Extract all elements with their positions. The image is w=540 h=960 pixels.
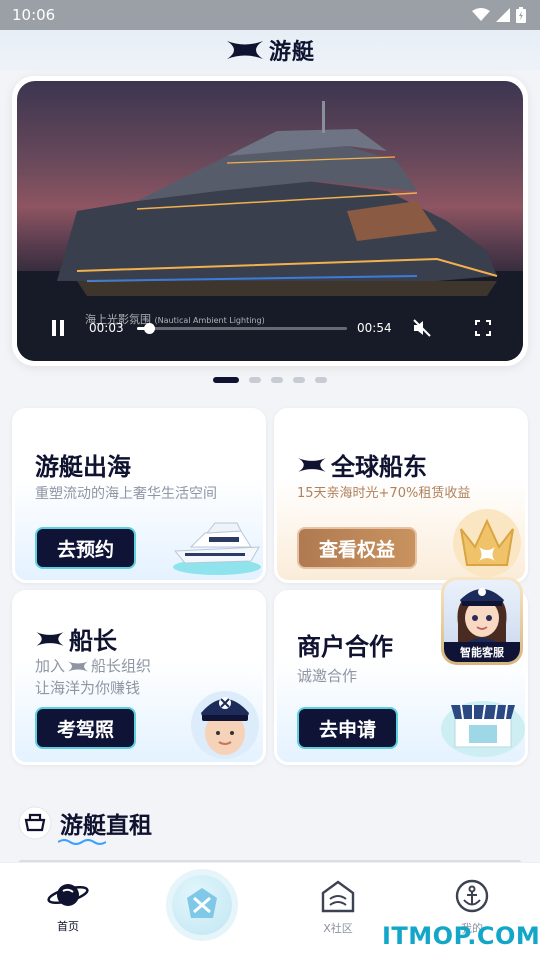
card-yacht-tour[interactable]: 游艇出海 重塑流动的海上奢华生活空间 去预约 [12, 408, 266, 583]
customer-service-label: 智能客服 [444, 642, 520, 662]
carousel-dot[interactable] [315, 377, 327, 383]
card-owner-subtitle: 15天亲海时光+70%租赁收益 [297, 486, 471, 501]
card-yacht-subtitle: 重塑流动的海上奢华生活空间 [35, 486, 217, 502]
yacht-icon [173, 522, 261, 575]
status-bar: 10:06 [0, 0, 540, 30]
card-captain-subtitle-line1: 加入 船长组织 [35, 655, 151, 677]
carousel-dot[interactable] [249, 377, 261, 383]
assistant-avatar-icon [457, 588, 507, 644]
hero-video-card[interactable]: 海上光影氛围 (Nautical Ambient Lighting) 00:03… [12, 76, 528, 366]
crown-icon [453, 509, 521, 577]
customer-service-avatar: 智能客服 [444, 580, 520, 662]
current-time: 00:03 [89, 321, 124, 335]
tab-community-label: X社区 [323, 922, 353, 935]
brand-logo: 游艇 [225, 34, 315, 66]
shop-icon [441, 701, 525, 757]
x-logo-icon [68, 661, 88, 671]
x-logo-icon [187, 888, 217, 918]
status-time: 10:06 [12, 6, 56, 24]
tab-home[interactable]: 首页 [18, 879, 118, 934]
x-logo-icon [298, 457, 326, 472]
mute-icon[interactable] [412, 319, 432, 337]
hero-video[interactable]: 海上光影氛围 (Nautical Ambient Lighting) 00:03… [17, 81, 523, 361]
status-icons [472, 7, 526, 23]
carousel-dot[interactable] [213, 377, 239, 383]
captain-avatar-icon [191, 691, 259, 759]
pause-icon[interactable] [51, 320, 65, 336]
wavy-underline [58, 839, 106, 845]
card-captain-subtitle-tail: 船长组织 [91, 657, 152, 675]
apply-button[interactable]: 去申请 [297, 707, 399, 749]
boat-outline-icon [18, 806, 52, 840]
card-captain-title-text: 船长 [69, 627, 117, 655]
card-captain-subtitle: 加入 船长组织 让海洋为你赚钱 [35, 655, 151, 699]
fullscreen-icon[interactable] [475, 320, 491, 336]
planet-icon [47, 884, 89, 906]
section-yacht-rental: 游艇直租 [18, 806, 152, 845]
brand-name: 游艇 [268, 40, 315, 65]
wifi-icon [472, 8, 490, 21]
signal-icon [496, 8, 510, 22]
card-merchant-title: 商户合作 [297, 633, 393, 661]
video-progress-track[interactable] [137, 322, 347, 334]
anchor-icon [455, 879, 489, 913]
app-header: 游艇 [0, 30, 540, 70]
card-captain-subtitle-head: 加入 [35, 657, 66, 675]
customer-service-float[interactable]: 智能客服 [441, 577, 523, 665]
card-owner-title: 全球船东 [297, 447, 427, 482]
battery-icon [516, 7, 526, 23]
watermark: ITMOP.COM [382, 922, 540, 950]
card-captain-subtitle-line2: 让海洋为你赚钱 [35, 679, 141, 697]
total-time: 00:54 [357, 321, 392, 335]
card-captain[interactable]: 船长 加入 船长组织 让海洋为你赚钱 考驾照 [12, 590, 266, 765]
carousel-dot[interactable] [271, 377, 283, 383]
card-merchant-subtitle: 诚邀合作 [297, 667, 358, 685]
view-benefits-button[interactable]: 查看权益 [297, 527, 418, 569]
card-yacht-title: 游艇出海 [35, 453, 131, 481]
x-logo-icon [36, 631, 64, 646]
house-icon [321, 880, 355, 913]
section-title-text: 游艇直租 [60, 813, 152, 839]
video-progress-knob[interactable] [143, 322, 155, 334]
card-owner-title-text: 全球船东 [331, 453, 427, 481]
x-logo-icon [226, 41, 263, 59]
tab-home-label: 首页 [57, 920, 79, 933]
carousel-dots [0, 377, 540, 383]
tab-community[interactable]: X社区 [288, 879, 388, 936]
book-button[interactable]: 去预约 [35, 527, 137, 569]
tab-center-x[interactable] [172, 875, 232, 935]
card-global-owner[interactable]: 全球船东 15天亲海时光+70%租赁收益 查看权益 [274, 408, 528, 583]
card-captain-title: 船长 [35, 621, 117, 656]
carousel-dot[interactable] [293, 377, 305, 383]
driving-license-button[interactable]: 考驾照 [35, 707, 137, 749]
video-controls: 00:03 00:54 [17, 313, 523, 343]
